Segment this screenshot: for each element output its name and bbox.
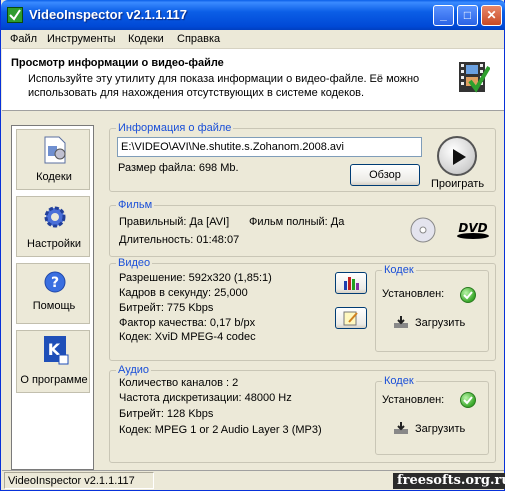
sidebar-item-codecs[interactable]: Кодеки <box>16 129 90 190</box>
title-bar[interactable]: VideoInspector v2.1.1.117 _ □ ✕ <box>1 0 505 30</box>
video-fps-label: Кадров в секунду: 25,000 <box>119 287 248 299</box>
svg-text:DVD: DVD <box>458 221 487 235</box>
film-duration-label: Длительность: 01:48:07 <box>119 234 240 246</box>
video-resolution-label: Разрешение: 592x320 (1,85:1) <box>119 272 272 284</box>
film-complete-label: Фильм полный: Да <box>249 216 345 228</box>
edit-note-icon <box>343 311 358 326</box>
header-title: Просмотр информации о видео-файле <box>11 57 224 69</box>
film-check-icon <box>458 59 491 95</box>
video-bitrate-label: Битрейт: 775 Kbps <box>119 302 214 314</box>
audio-download-label: Загрузить <box>415 423 466 435</box>
audio-codec-installed-label: Установлен: <box>382 394 445 406</box>
dvd-logo-icon: DVD <box>453 220 493 240</box>
menu-codecs[interactable]: Кодеки <box>128 33 164 45</box>
minimize-button[interactable]: _ <box>433 5 454 26</box>
film-valid-label: Правильный: Да [AVI] <box>119 216 230 228</box>
sidebar-item-label: Помощь <box>32 300 76 312</box>
video-quality-label: Фактор качества: 0,17 b/px <box>119 317 256 329</box>
menu-file[interactable]: Файл <box>10 33 37 45</box>
svg-text:?: ? <box>51 275 59 291</box>
sidebar-item-label: Настройки <box>27 238 81 250</box>
menu-tools[interactable]: Инструменты <box>47 33 116 45</box>
close-button[interactable]: ✕ <box>481 5 502 26</box>
video-codec-installed-label: Установлен: <box>382 288 445 300</box>
disc-icon <box>410 217 436 243</box>
watermark: freesofts.org.ru <box>393 473 505 489</box>
video-download-button[interactable]: Загрузить <box>391 314 481 334</box>
status-bar: VideoInspector v2.1.1.117 freesofts.org.… <box>2 470 505 490</box>
audio-bitrate-label: Битрейт: 128 Kbps <box>119 408 214 420</box>
check-ok-icon <box>460 287 476 303</box>
header-description: Используйте эту утилиту для показа инфор… <box>28 73 420 99</box>
codecs-icon <box>43 136 67 164</box>
window-title: VideoInspector v2.1.1.117 <box>29 7 188 22</box>
audio-codec-label: Кодек: MPEG 1 or 2 Audio Layer 3 (MP3) <box>119 424 322 436</box>
maximize-button[interactable]: □ <box>457 5 478 26</box>
about-icon: K <box>43 335 69 365</box>
sidebar-item-help[interactable]: ? Помощь <box>16 263 90 324</box>
video-title: Видео <box>116 257 153 269</box>
app-window: VideoInspector v2.1.1.117 _ □ ✕ Файл Инс… <box>0 0 505 491</box>
audio-channels-label: Количество каналов : 2 <box>119 377 239 389</box>
audio-download-button[interactable]: Загрузить <box>391 420 481 440</box>
audio-samplerate-label: Частота дискретизации: 48000 Hz <box>119 392 292 404</box>
file-path-field[interactable]: E:\VIDEO\AVI\Ne.shutite.s.Zohanom.2008.a… <box>117 137 422 157</box>
video-codec-title: Кодек <box>382 264 416 276</box>
audio-title: Аудио <box>116 364 152 376</box>
menu-bar: Файл Инструменты Кодеки Справка <box>2 30 504 49</box>
play-label: Проиграть <box>431 178 485 190</box>
sidebar-item-settings[interactable]: Настройки <box>16 196 90 257</box>
film-title: Фильм <box>116 199 155 211</box>
file-size-label: Размер файла: 698 Mb. <box>118 162 239 174</box>
sidebar: Кодеки Настройки ? Помощь K О программе <box>11 125 94 470</box>
audio-codec-title: Кодек <box>382 375 416 387</box>
status-text: VideoInspector v2.1.1.117 <box>4 472 154 489</box>
video-stats-button[interactable] <box>335 272 367 294</box>
bar-chart-icon <box>344 277 359 290</box>
play-icon <box>453 149 466 165</box>
browse-button[interactable]: Обзор <box>350 164 420 186</box>
check-ok-icon <box>460 392 476 408</box>
sidebar-item-about[interactable]: K О программе <box>16 330 90 393</box>
file-info-title: Информация о файле <box>116 122 234 134</box>
menu-help[interactable]: Справка <box>177 33 220 45</box>
sidebar-item-label: О программе <box>20 374 88 386</box>
video-download-label: Загрузить <box>415 317 466 329</box>
help-icon: ? <box>43 270 67 298</box>
play-button[interactable] <box>437 136 477 176</box>
sidebar-item-label: Кодеки <box>36 171 72 183</box>
video-codec-group: Кодек <box>375 264 489 352</box>
download-icon <box>394 316 408 328</box>
app-icon[interactable] <box>7 7 23 23</box>
download-icon <box>394 422 408 434</box>
film-group: Фильм <box>109 199 496 257</box>
video-edit-button[interactable] <box>335 307 367 329</box>
header-panel: Просмотр информации о видео-файле Исполь… <box>2 49 504 111</box>
gear-icon <box>43 203 67 231</box>
video-codec-label: Кодек: XviD MPEG-4 codec <box>119 331 256 343</box>
